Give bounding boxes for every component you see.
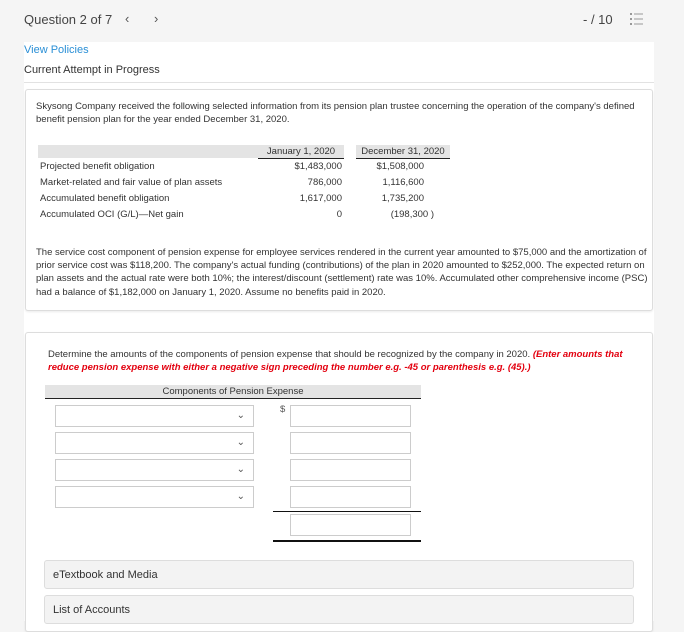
component-select[interactable]: ⌄ [55,432,254,454]
row-jan-value: $1,483,000 [294,160,342,172]
table-header-blank [38,145,258,158]
component-select[interactable]: ⌄ [55,459,254,481]
row-dec-value: 1,735,200 [381,192,424,204]
table-row: Projected benefit obligation $1,483,000 … [38,158,450,174]
row-dec-value: (198,300 ) [390,208,434,220]
list-of-accounts-button[interactable]: List of Accounts [44,595,634,624]
question-content: View Policies Current Attempt in Progres… [24,42,654,632]
attempt-status: Current Attempt in Progress [24,64,160,76]
table-header-jan: January 1, 2020 [258,145,344,159]
question-prompt: Determine the amounts of the components … [48,348,628,374]
row-jan-value: 786,000 [307,176,342,188]
table-header-row: January 1, 2020 December 31, 2020 [38,145,450,159]
components-table-header: Components of Pension Expense [45,385,421,399]
amount-input[interactable] [290,432,411,454]
question-header: Question 2 of 7 ‹ › - / 10 [0,0,684,40]
table-row: Market-related and fair value of plan as… [38,174,450,190]
chevron-down-icon: ⌄ [236,437,245,448]
table-header-dec: December 31, 2020 [356,145,450,159]
chevron-down-icon: ⌄ [236,464,245,475]
chevron-down-icon: ⌄ [236,410,245,421]
answer-card: Determine the amounts of the components … [25,332,653,632]
subtotal-rule [273,511,421,512]
component-select[interactable]: ⌄ [55,405,254,427]
next-question-button[interactable]: › [154,11,158,26]
problem-details: The service cost component of pension ex… [36,247,648,298]
row-label: Accumulated benefit obligation [40,192,170,204]
currency-symbol: $ [280,404,286,415]
total-double-rule [273,540,421,542]
row-label: Accumulated OCI (G/L)—Net gain [40,208,184,220]
row-label: Projected benefit obligation [40,160,155,172]
amount-input[interactable] [290,486,411,508]
amount-input[interactable] [290,459,411,481]
score-display: - / 10 [583,12,613,27]
etextbook-media-button[interactable]: eTextbook and Media [44,560,634,589]
table-row: Accumulated benefit obligation 1,617,000… [38,190,450,206]
row-jan-value: 1,617,000 [299,192,342,204]
question-counter: Question 2 of 7 [24,12,113,27]
prompt-text: Determine the amounts of the components … [48,349,531,360]
amount-input[interactable] [290,405,411,427]
list-icon[interactable] [630,12,644,26]
problem-card: Skysong Company received the following s… [25,89,653,311]
chevron-down-icon: ⌄ [236,491,245,502]
table-row: Accumulated OCI (G/L)—Net gain 0 (198,30… [38,206,450,222]
previous-question-button[interactable]: ‹ [125,11,129,26]
total-input[interactable] [290,514,411,536]
component-select[interactable]: ⌄ [55,486,254,508]
row-dec-value: 1,116,600 [382,176,424,188]
pension-data-table: January 1, 2020 December 31, 2020 Projec… [38,145,450,222]
divider [24,82,654,83]
row-dec-value: $1,508,000 [376,160,424,172]
row-jan-value: 0 [336,208,342,220]
problem-intro: Skysong Company received the following s… [36,101,635,125]
view-policies-link[interactable]: View Policies [24,44,89,56]
row-label: Market-related and fair value of plan as… [40,176,223,188]
